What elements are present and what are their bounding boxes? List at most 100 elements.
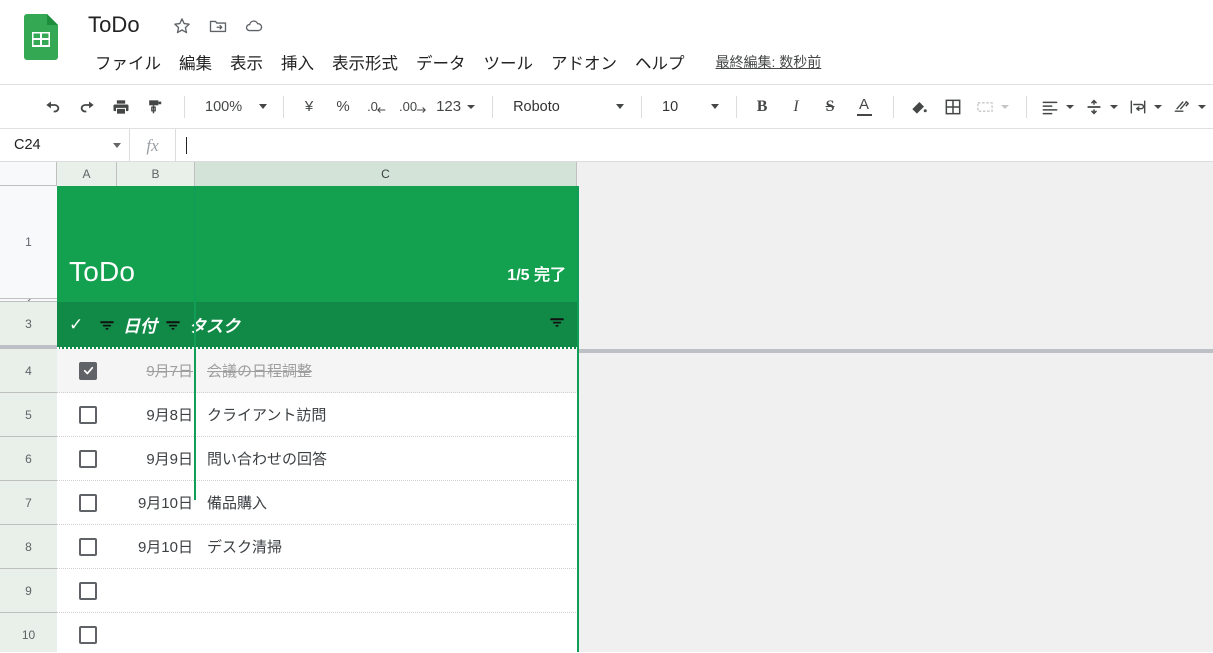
column-header-b[interactable]: B <box>117 162 195 186</box>
row-header-4[interactable]: 4 <box>0 349 57 393</box>
bold-button[interactable]: B <box>747 92 777 122</box>
document-title[interactable]: ToDo <box>88 12 140 38</box>
toolbar-divider <box>641 95 643 118</box>
title-icon-group <box>172 16 264 36</box>
text-color-button[interactable]: A <box>849 92 879 122</box>
select-all-corner[interactable] <box>0 162 57 186</box>
toolbar-divider <box>282 95 284 118</box>
todo-banner[interactable]: ToDo 1/5 完了 <box>57 186 578 299</box>
task-date: 9月8日 <box>146 407 193 424</box>
number-format-label: 123 <box>436 98 462 115</box>
decrease-decimal-button[interactable]: .0 <box>362 92 392 122</box>
task-checkbox[interactable] <box>79 537 97 556</box>
row-header-7[interactable]: 7 <box>0 481 57 525</box>
currency-format-button[interactable]: ¥ <box>294 92 324 122</box>
redo-button[interactable] <box>72 92 102 122</box>
toolbar-divider <box>492 95 494 118</box>
number-format-button[interactable]: 123 <box>433 92 478 122</box>
toolbar-divider <box>184 95 185 118</box>
borders-button[interactable] <box>938 92 968 122</box>
percent-format-button[interactable]: % <box>328 92 358 122</box>
text-cursor <box>186 136 187 154</box>
column-selection-border-left <box>194 186 196 500</box>
horizontal-align-button[interactable] <box>1037 92 1077 122</box>
name-box[interactable]: C24 <box>0 129 130 161</box>
paint-format-button[interactable] <box>140 92 170 122</box>
sheets-logo-icon[interactable] <box>24 14 58 60</box>
merge-cells-button[interactable] <box>972 92 1012 122</box>
cloud-saved-icon[interactable] <box>244 16 264 36</box>
row-header-6[interactable]: 6 <box>0 437 57 481</box>
filter-icon-check[interactable] <box>98 316 116 334</box>
vertical-align-button[interactable] <box>1081 92 1121 122</box>
task-title: クライアント訪問 <box>207 407 327 424</box>
font-size-select[interactable]: 10 <box>652 92 726 122</box>
menu-item-addons[interactable]: アドオン <box>542 48 626 76</box>
header-check-icon: ✓ <box>69 314 84 334</box>
task-checkbox[interactable] <box>79 581 97 600</box>
print-button[interactable] <box>106 92 136 122</box>
formula-input[interactable] <box>176 129 1213 161</box>
menu-item-view[interactable]: 表示 <box>221 48 272 76</box>
table-row[interactable]: 9月8日 クライアント訪問 <box>57 393 578 437</box>
text-wrap-button[interactable] <box>1125 92 1165 122</box>
fill-color-icon <box>909 97 929 117</box>
currency-icon: ¥ <box>304 98 314 115</box>
font-family-select[interactable]: Roboto <box>503 92 631 122</box>
menu-item-format[interactable]: 表示形式 <box>323 48 407 76</box>
row-header-9[interactable]: 9 <box>0 569 57 613</box>
move-to-folder-icon[interactable] <box>208 16 228 36</box>
menu-item-file[interactable]: ファイル <box>86 48 170 76</box>
table-row[interactable]: 9月7日 会議の日程調整 <box>57 349 578 393</box>
horizontal-align-icon <box>1040 97 1060 117</box>
star-icon[interactable] <box>172 16 192 36</box>
menu-bar: ファイル 編集 表示 挿入 表示形式 データ ツール アドオン ヘルプ 最終編集… <box>86 48 821 76</box>
filter-icon-task[interactable] <box>548 313 566 336</box>
column-header-c[interactable]: C <box>195 162 577 186</box>
fill-color-button[interactable] <box>904 92 934 122</box>
task-checkbox[interactable] <box>79 449 97 468</box>
header-task-label: タスク <box>189 317 240 336</box>
undo-icon <box>43 97 63 117</box>
text-rotation-button[interactable] <box>1169 92 1209 122</box>
row-header-1[interactable]: 1 <box>0 186 57 299</box>
toolbar-divider <box>893 95 895 118</box>
table-row[interactable] <box>57 569 578 613</box>
task-checkbox[interactable] <box>79 625 97 644</box>
undo-button[interactable] <box>38 92 68 122</box>
row-header-8[interactable]: 8 <box>0 525 57 569</box>
table-row[interactable]: 9月10日 デスク清掃 <box>57 525 578 569</box>
last-edit-link[interactable]: 最終編集: 数秒前 <box>716 52 822 72</box>
table-row[interactable] <box>57 613 578 652</box>
task-title: 備品購入 <box>207 495 268 512</box>
row-header-10[interactable]: 10 <box>0 613 57 652</box>
menu-item-insert[interactable]: 挿入 <box>272 48 323 76</box>
table-row[interactable]: 9月9日 問い合わせの回答 <box>57 437 578 481</box>
menu-item-data[interactable]: データ <box>407 48 475 76</box>
menu-item-tools[interactable]: ツール <box>475 48 543 76</box>
task-date: 9月7日 <box>146 363 193 380</box>
row-header-3[interactable]: 3 <box>0 302 57 349</box>
italic-button[interactable]: I <box>781 92 811 122</box>
task-date: 9月9日 <box>146 451 193 468</box>
spreadsheet-grid: A B C 1 2 3 4 5 6 7 8 9 10 ToDo 1/5 完了 ✓ <box>0 162 1213 652</box>
increase-decimal-icon: .00 <box>398 99 418 114</box>
percent-icon: % <box>336 98 350 115</box>
chevron-down-icon <box>711 104 720 109</box>
task-checkbox[interactable] <box>79 493 97 512</box>
chevron-down-icon <box>258 104 267 109</box>
column-header-a[interactable]: A <box>57 162 117 186</box>
chevron-down-icon <box>1153 104 1162 109</box>
menu-item-help[interactable]: ヘルプ <box>626 48 694 76</box>
task-title: デスク清掃 <box>207 539 283 556</box>
increase-decimal-button[interactable]: .00 <box>396 92 429 122</box>
zoom-select[interactable]: 100% <box>195 92 273 122</box>
task-checkbox[interactable] <box>79 361 97 380</box>
row-header-5[interactable]: 5 <box>0 393 57 437</box>
strikethrough-button[interactable]: S <box>815 92 845 122</box>
task-title: 会議の日程調整 <box>207 363 313 380</box>
filter-icon-date[interactable] <box>164 316 182 334</box>
task-checkbox[interactable] <box>79 405 97 424</box>
menu-item-edit[interactable]: 編集 <box>170 48 221 76</box>
table-row[interactable]: 9月10日 備品購入 <box>57 481 578 525</box>
